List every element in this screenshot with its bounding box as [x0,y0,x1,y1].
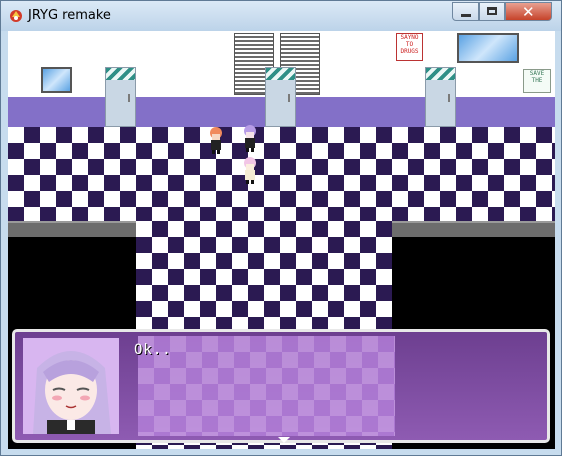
door-middle[interactable] [265,67,296,127]
app-icon [10,10,22,22]
title-bar[interactable]: JRYG remake ✕ [1,1,561,31]
dialog-text: Ok.. [134,342,172,358]
wall-window-small [41,67,72,93]
close-icon: ✕ [522,3,535,21]
maximize-button[interactable] [479,2,505,21]
poster: SAYNO TO DRUGS [396,33,423,61]
character-pink-hair [244,157,256,184]
continue-arrow-icon[interactable] [278,437,290,443]
window-title: JRYG remake [28,8,111,23]
floor-ledge-left [8,221,136,237]
character-lavender-hair [244,125,256,152]
floor-ledge-right [392,221,555,237]
character-orange-hair [210,127,222,154]
door-right[interactable] [425,67,456,127]
checkered-floor [8,127,555,221]
game-window: JRYG remake ✕ SAYNO TO DRUGS SAVE THE Ok… [0,0,562,456]
door-left[interactable] [105,67,136,127]
close-button[interactable]: ✕ [505,2,552,21]
wall-window-large [457,33,519,63]
game-viewport[interactable]: SAYNO TO DRUGS SAVE THE Ok.. [8,31,555,449]
door-handle [288,94,290,102]
character-face-icon [23,338,119,434]
dialog-background-pattern [138,336,395,436]
wall-sign: SAVE THE [523,69,551,93]
door-handle [448,94,450,102]
minimize-button[interactable] [452,2,479,21]
maximize-icon [487,7,497,15]
poster-text: SAYNO TO DRUGS [400,34,419,55]
dialog-box[interactable]: Ok.. [12,329,550,443]
door-handle [128,94,130,102]
minimize-icon [461,14,471,17]
sign-text: SAVE THE [529,70,545,84]
